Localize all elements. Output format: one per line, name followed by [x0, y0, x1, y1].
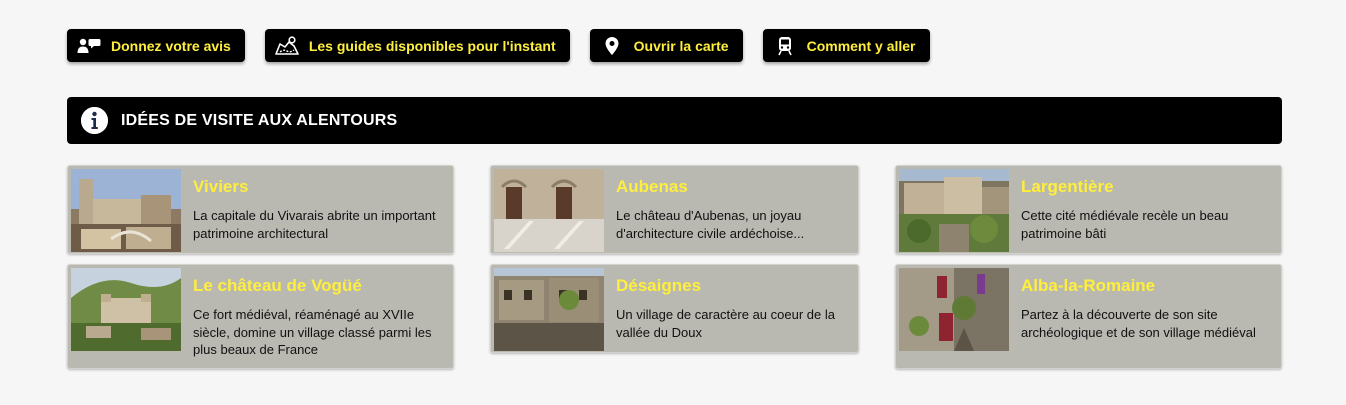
section-title: IDÉES DE VISITE AUX ALENTOURS — [121, 111, 398, 129]
place-photo — [899, 169, 1009, 252]
place-name[interactable]: Largentière — [1021, 176, 1273, 197]
info-icon — [81, 107, 108, 134]
place-description: La capitale du Vivarais abrite un import… — [193, 208, 436, 241]
train-icon — [773, 36, 797, 56]
give-feedback-label: Donnez votre avis — [111, 37, 231, 54]
place-card-chateau-de-vogue[interactable]: Le château de Vogüé Ce fort médiéval, ré… — [67, 264, 454, 369]
place-name[interactable]: Désaignes — [616, 275, 850, 296]
place-name[interactable]: Le château de Vogüé — [193, 275, 445, 296]
place-photo — [494, 268, 604, 351]
toolbar: Donnez votre avis Les guides disponibles… — [67, 29, 930, 62]
place-name[interactable]: Alba-la-Romaine — [1021, 275, 1273, 296]
available-guides-button[interactable]: Les guides disponibles pour l'instant — [264, 29, 570, 62]
place-card-desaignes[interactable]: Désaignes Un village de caractère au coe… — [490, 264, 859, 353]
place-card-viviers[interactable]: Viviers La capitale du Vivarais abrite u… — [67, 165, 454, 254]
map-pin-icon — [600, 36, 624, 56]
place-card-alba-la-romaine[interactable]: Alba-la-Romaine Partez à la découverte d… — [895, 264, 1282, 369]
open-map-button[interactable]: Ouvrir la carte — [589, 29, 743, 62]
place-description: Ce fort médiéval, réaménagé au XVIIe siè… — [193, 307, 432, 357]
how-to-get-there-button[interactable]: Comment y aller — [762, 29, 930, 62]
place-card-largentiere[interactable]: Largentière Cette cité médiévale recèle … — [895, 165, 1282, 254]
users-comment-icon — [77, 36, 101, 56]
give-feedback-button[interactable]: Donnez votre avis — [67, 29, 245, 62]
place-name[interactable]: Aubenas — [616, 176, 850, 197]
place-description: Le château d'Aubenas, un joyau d'archite… — [616, 208, 805, 241]
place-description: Cette cité médiévale recèle un beau patr… — [1021, 208, 1229, 241]
place-card-aubenas[interactable]: Aubenas Le château d'Aubenas, un joyau d… — [490, 165, 859, 254]
place-description: Un village de caractère au coeur de la v… — [616, 307, 835, 340]
place-photo — [71, 268, 181, 351]
how-to-get-there-label: Comment y aller — [806, 37, 916, 54]
place-description: Partez à la découverte de son site arché… — [1021, 307, 1256, 340]
place-photo — [494, 169, 604, 252]
nearby-visits-header: IDÉES DE VISITE AUX ALENTOURS — [67, 97, 1282, 144]
place-photo — [899, 268, 1009, 351]
place-photo — [71, 169, 181, 252]
place-name[interactable]: Viviers — [193, 176, 445, 197]
map-route-icon — [275, 35, 299, 56]
open-map-label: Ouvrir la carte — [633, 37, 729, 54]
available-guides-label: Les guides disponibles pour l'instant — [308, 37, 556, 54]
